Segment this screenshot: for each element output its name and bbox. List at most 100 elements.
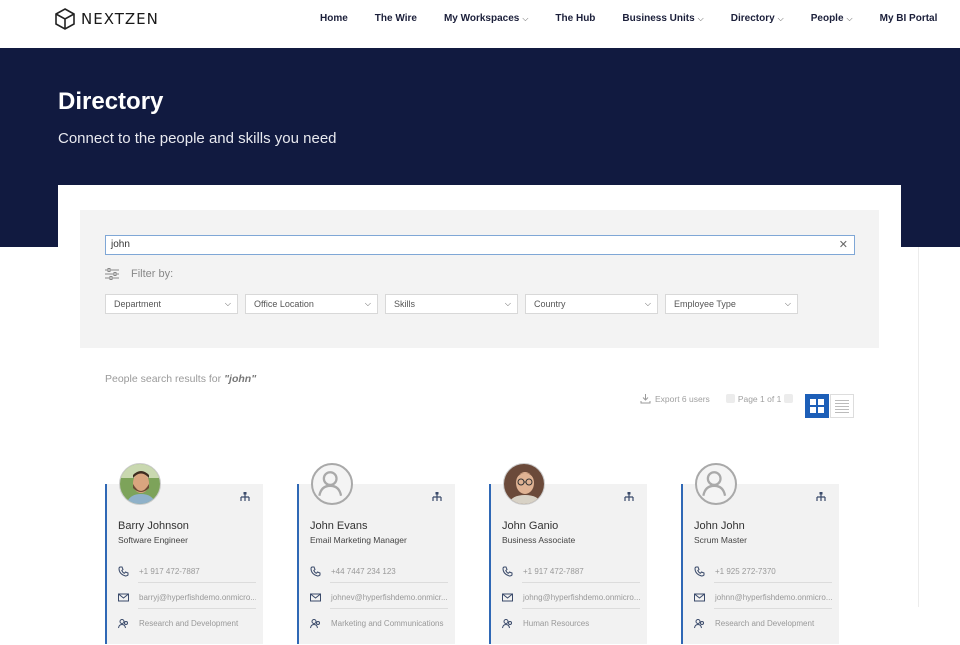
nav-directory-label: Directory [730,13,775,24]
nav-directory[interactable]: Directory ⌵ [731,13,784,24]
country-dropdown-label: Country [534,299,566,309]
divider [714,582,832,583]
nav-my-bi-portal-label: My BI Portal [879,13,938,24]
person-card[interactable]: John Evans Email Marketing Manager +44 744… [297,463,455,644]
skills-dropdown[interactable]: Skills ⌵ [385,294,518,314]
filter-label: Filter by: [131,268,174,280]
person-email[interactable]: johng@hyperfishdemo.onmicro... [502,592,640,603]
avatar[interactable] [119,463,161,505]
divider [330,582,448,583]
main-menu: Home The Wire My Workspaces ⌵ The Hub Bus… [320,13,937,24]
results-toolbar: Export 6 users Page 1 of 1 [640,393,794,404]
nav-home[interactable]: Home [320,13,348,24]
phone-icon [118,566,129,577]
search-panel: john ✕ Filter by: Department ⌵ Office Loc… [80,210,879,348]
mail-icon [118,593,129,602]
person-phone[interactable]: +1 917 472-7887 [502,566,640,577]
list-view-button[interactable] [830,394,854,418]
grid-icon-cell [810,407,816,413]
nav-my-workspaces-label: My Workspaces [443,13,520,24]
person-name[interactable]: John Evans [310,520,367,532]
office-location-dropdown[interactable]: Office Location ⌵ [245,294,378,314]
grid-icon-cell [818,399,824,405]
page-subtitle: Connect to the people and skills you nee… [58,130,337,147]
next-page-button[interactable] [784,394,794,403]
page-label: Page 1 of 1 [737,393,782,404]
avatar[interactable] [311,463,353,505]
cube-logo-icon [55,8,75,30]
org-chart-icon[interactable] [815,492,827,504]
mail-icon [310,593,321,602]
person-email[interactable]: barryj@hyperfishdemo.onmicro... [118,592,256,603]
nav-the-hub[interactable]: The Hub [555,13,595,24]
person-card[interactable]: Barry Johnson Software Engineer +1 917 472… [105,463,263,644]
nav-the-hub-label: The Hub [555,13,596,24]
download-icon [640,394,651,404]
results-heading: People search results for "john" [105,373,256,385]
person-phone-value: +1 917 472-7887 [139,567,200,576]
nav-the-wire-label: The Wire [374,13,417,24]
grid-view-button[interactable] [805,394,829,418]
person-phone-value: +44 7447 234 123 [331,567,396,576]
sliders-icon [105,268,119,280]
brand-name: NEXTZEN [81,10,159,28]
list-icon [835,400,849,401]
office-location-dropdown-label: Office Location [254,299,314,309]
previous-page-button[interactable] [725,394,735,403]
search-input[interactable]: john ✕ [105,235,855,255]
person-phone[interactable]: +1 917 472-7887 [118,566,256,577]
top-navigation: NEXTZEN Home The Wire My Workspaces ⌵ The… [0,0,960,48]
country-dropdown[interactable]: Country ⌵ [525,294,658,314]
person-email[interactable]: johnev@hyperfishdemo.onmicr... [310,592,448,603]
org-chart-icon[interactable] [623,492,635,504]
search-input-value: john [111,239,130,250]
person-job-title: Email Marketing Manager [310,535,407,545]
filter-dropdowns: Department ⌵ Office Location ⌵ Skills ⌵ Cou… [105,294,798,314]
export-button[interactable]: Export 6 users [640,393,710,404]
nav-my-bi-portal[interactable]: My BI Portal [880,13,938,24]
skills-dropdown-label: Skills [394,299,416,309]
chevron-down-icon: ⌵ [777,13,784,23]
list-icon-line [835,406,849,407]
person-card[interactable]: John Ganio Business Associate +1 917 472-7… [489,463,647,644]
person-department-value: Marketing and Communications [331,619,444,628]
divider [918,247,919,607]
phone-icon [694,566,705,577]
person-job-title: Scrum Master [694,535,747,545]
nav-my-workspaces[interactable]: My Workspaces ⌵ [444,13,528,24]
org-chart-icon[interactable] [239,492,251,504]
person-department-value: Human Resources [523,619,590,628]
avatar[interactable] [503,463,545,505]
person-email-value: johnev@hyperfishdemo.onmicr... [331,593,448,602]
filter-row: Filter by: [105,268,173,280]
export-label: Export 6 users [655,393,710,404]
org-chart-icon[interactable] [431,492,443,504]
nav-people[interactable]: People ⌵ [811,13,853,24]
nav-people-label: People [810,13,844,24]
employee-type-dropdown[interactable]: Employee Type ⌵ [665,294,798,314]
person-phone[interactable]: +44 7447 234 123 [310,566,448,577]
nav-the-wire[interactable]: The Wire [375,13,417,24]
grid-icon [810,399,816,405]
nav-business-units[interactable]: Business Units ⌵ [622,13,703,24]
phone-icon [502,566,513,577]
person-email[interactable]: johnn@hyperfishdemo.onmicro... [694,592,832,603]
avatar[interactable] [695,463,737,505]
person-name[interactable]: John John [694,520,745,532]
department-dropdown[interactable]: Department ⌵ [105,294,238,314]
mail-icon [502,593,513,602]
divider [522,582,640,583]
brand-logo[interactable]: NEXTZEN [55,8,159,30]
divider [330,608,448,609]
person-name[interactable]: Barry Johnson [118,520,189,532]
person-phone[interactable]: +1 925 272-7370 [694,566,832,577]
close-icon[interactable]: ✕ [839,238,848,251]
person-name[interactable]: John Ganio [502,520,558,532]
divider [138,608,256,609]
person-card[interactable]: John John Scrum Master +1 925 272-7370 john… [681,463,839,644]
chevron-down-icon: ⌵ [846,13,853,23]
divider [522,608,640,609]
list-icon-line [835,409,849,410]
person-department: Research and Development [694,618,832,629]
list-icon-line [835,403,849,404]
